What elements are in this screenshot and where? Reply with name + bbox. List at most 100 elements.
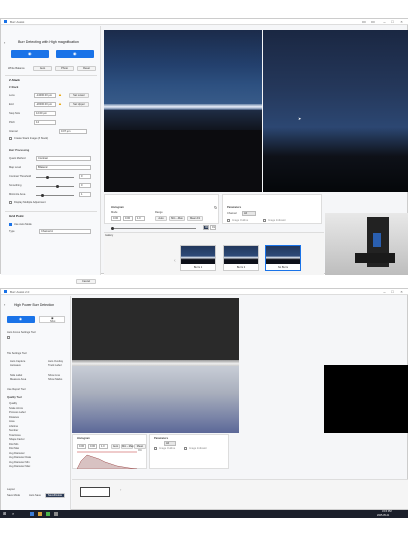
auto-button[interactable]: Auto	[33, 66, 52, 71]
start-icon[interactable]: ⊞	[3, 511, 6, 516]
histogram-range-knob[interactable]	[111, 227, 114, 230]
maximize-icon[interactable]: □	[389, 289, 396, 295]
histogram-value-field[interactable]: 0.00	[88, 444, 97, 449]
set-lower-button[interactable]: Set Lower	[69, 93, 89, 98]
section-checkbox[interactable]	[7, 336, 10, 339]
z-end-field[interactable]: -20000.00 µm	[34, 102, 56, 107]
list-item[interactable]: Process Label	[9, 411, 25, 414]
bottom-main-viewer[interactable]	[72, 298, 239, 433]
hist-minmax-button[interactable]: Min→Max	[169, 216, 185, 221]
play-button[interactable]: ◉	[11, 50, 49, 58]
gallery-next-icon[interactable]: ›	[120, 487, 121, 492]
option-checkbox[interactable]	[184, 447, 187, 450]
histogram-range-slider[interactable]	[111, 228, 196, 229]
minimize-area-field[interactable]: 1	[79, 192, 91, 197]
minimize-icon[interactable]: –	[381, 19, 388, 25]
gallery-thumb[interactable]	[80, 487, 110, 497]
option-checkbox[interactable]	[263, 219, 266, 222]
taskbar-app-icon[interactable]	[46, 512, 50, 516]
option-checkbox[interactable]	[227, 219, 230, 222]
range-value-field[interactable]: 01	[210, 225, 216, 230]
section-header[interactable]: Tile Settings Tool	[7, 352, 27, 355]
quant-method-select[interactable]: Contrast	[36, 156, 91, 161]
close-icon[interactable]: ×	[398, 19, 405, 25]
record-button[interactable]: ◉	[56, 50, 94, 58]
section-header[interactable]: Auto Focus Settings Tool	[7, 331, 36, 334]
z-lens-field[interactable]: -14000.00 µm	[34, 93, 56, 98]
list-item[interactable]: Scale Arrow	[9, 407, 23, 410]
z-step-field[interactable]: 12.00 µm	[34, 111, 56, 116]
shot-button[interactable]: ◉ Shot	[39, 316, 65, 323]
smoothing-field[interactable]: 0	[79, 183, 91, 188]
map-level-select[interactable]: Bilateral	[36, 165, 91, 170]
channel-select[interactable]: All	[242, 211, 256, 216]
taskbar-app-icon[interactable]	[54, 512, 58, 516]
toolbar-icon-b[interactable]: ▭	[371, 19, 375, 24]
date[interactable]: 2025-05-21	[377, 514, 389, 517]
taskbar-app-icon[interactable]	[30, 512, 34, 516]
hist-auto-button[interactable]: Auto	[155, 216, 167, 221]
back-arrow-icon[interactable]: ‹	[4, 302, 5, 307]
capture-button[interactable]: ◉	[7, 316, 35, 323]
histogram-value-field[interactable]: 0.00	[111, 216, 121, 221]
cancel-button[interactable]: Cancel	[76, 279, 96, 284]
list-item[interactable]: Number	[9, 429, 18, 432]
photo-button[interactable]: Photo	[55, 66, 74, 71]
auto-mode-checkbox[interactable]	[9, 223, 12, 226]
list-item[interactable]: Distance	[9, 416, 19, 419]
list-item[interactable]: Avg Diameter Max	[9, 465, 30, 468]
histogram-value-field[interactable]: 0.00	[77, 444, 86, 449]
search-icon[interactable]: ⌕	[12, 511, 14, 516]
multiple-adjust-checkbox[interactable]	[9, 201, 12, 204]
z-pitch-field[interactable]: 14	[34, 120, 56, 125]
save-delete-button[interactable]: Save/Delete	[45, 493, 65, 498]
stack-checkbox[interactable]	[9, 137, 12, 140]
minimize-icon[interactable]: –	[381, 289, 388, 295]
hist-meanfit-button[interactable]: Mean Fit	[187, 216, 203, 221]
list-item[interactable]: Avg Diameter	[9, 452, 25, 455]
hist-minmax-button[interactable]: Min→Max	[121, 444, 134, 449]
close-icon[interactable]: ×	[398, 289, 405, 295]
list-item[interactable]: Avg Diameter Min	[9, 461, 30, 464]
clock[interactable]: 3:15 PM	[382, 510, 392, 513]
list-item[interactable]: Dist Max	[9, 447, 19, 450]
range-value-field[interactable]: 00	[203, 225, 209, 230]
gallery-tab[interactable]: Gallery	[105, 234, 113, 237]
secondary-image-viewer[interactable]: ➤	[263, 30, 408, 192]
z-section-header[interactable]: Z-Stack	[9, 78, 20, 82]
histogram-value-field[interactable]: 1.0	[99, 444, 108, 449]
gallery-thumb[interactable]: No Burrs	[265, 245, 301, 271]
main-image-viewer[interactable]	[104, 30, 262, 192]
gallery-prev-icon[interactable]: ‹	[174, 258, 176, 264]
histogram-value-field[interactable]: 0.00	[123, 216, 133, 221]
list-item[interactable]: Avg Diameter Data	[9, 456, 31, 459]
gallery-thumb[interactable]: Burrs 2	[223, 245, 259, 271]
contrast-slider-track[interactable]	[36, 177, 74, 178]
toolbar-icon-a[interactable]: ▭	[362, 19, 366, 24]
list-item[interactable]: Quality	[9, 402, 17, 405]
section-header[interactable]: Use Report Tool	[7, 388, 26, 391]
section-header[interactable]: Quality Tool	[7, 396, 22, 399]
list-item[interactable]: Total Area	[9, 434, 21, 437]
hist-meanfit-button[interactable]: Mean Fit	[134, 444, 146, 452]
channel-select[interactable]: All	[164, 441, 176, 446]
minimize-area-slider-knob[interactable]	[41, 194, 44, 197]
type-select[interactable]: Channel A	[39, 229, 91, 234]
list-item[interactable]: Area	[9, 420, 14, 423]
set-upper-button[interactable]: Set Upper	[69, 102, 89, 107]
list-item[interactable]: Shape Factor	[9, 438, 25, 441]
interval-field[interactable]: 0.07 µm	[59, 129, 87, 134]
reset-button[interactable]: Reset	[77, 66, 96, 71]
list-item[interactable]: Lifetime	[9, 425, 18, 428]
hist-auto-button[interactable]: Auto	[111, 444, 120, 449]
maximize-icon[interactable]: □	[389, 19, 396, 25]
contrast-threshold-field[interactable]: 0	[79, 174, 91, 179]
back-arrow-icon[interactable]: ‹	[4, 40, 5, 45]
option-checkbox[interactable]	[154, 447, 157, 450]
taskbar-app-icon[interactable]	[38, 512, 42, 516]
histogram-value-field[interactable]: 1.0	[135, 216, 145, 221]
refresh-icon[interactable]: ↻	[214, 205, 217, 210]
gallery-thumb[interactable]: Burrs 1	[180, 245, 216, 271]
smoothing-slider-track[interactable]	[36, 186, 74, 187]
smoothing-slider-knob[interactable]	[56, 185, 59, 188]
